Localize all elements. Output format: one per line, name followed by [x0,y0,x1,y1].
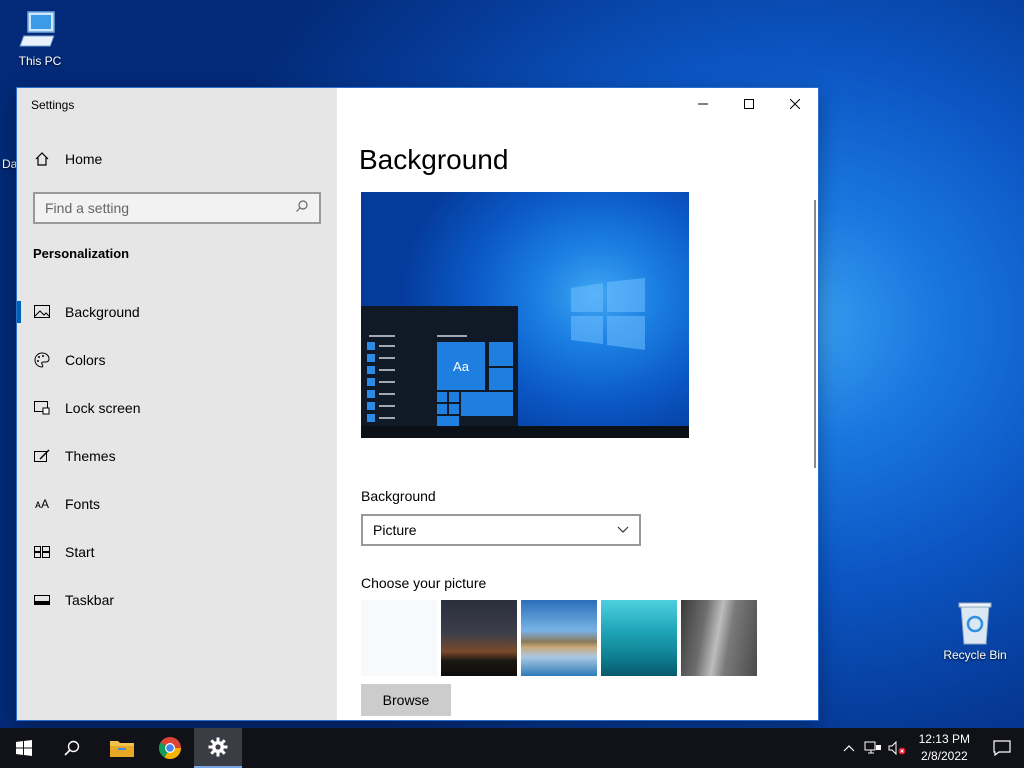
themes-icon [33,447,51,465]
image-icon [33,303,51,321]
system-tray: 12:13 PM 2/8/2022 [837,728,1024,768]
chevron-down-icon [617,526,629,533]
chevron-up-icon [843,745,855,752]
sidebar-item-background[interactable]: Background [17,288,337,336]
settings-taskbar-button[interactable] [194,728,242,768]
sidebar-item-fonts[interactable]: ᴀA Fonts [17,480,337,528]
clock[interactable]: 12:13 PM 2/8/2022 [909,731,980,765]
show-hidden-icons-button[interactable] [837,728,861,768]
action-center-button[interactable] [980,728,1024,768]
search-box[interactable] [33,192,321,224]
sidebar-item-colors[interactable]: Colors [17,336,337,384]
home-icon [33,150,51,168]
taskbar: 12:13 PM 2/8/2022 [0,728,1024,768]
picture-thumbnail-blank[interactable] [361,600,437,676]
browse-button[interactable]: Browse [361,684,451,716]
background-type-value: Picture [373,522,417,538]
personalization-nav: Background Colors Lock screen Themes ᴀA … [17,288,337,624]
sidebar-item-label: Taskbar [65,592,115,608]
sidebar-item-label: Lock screen [65,400,141,416]
choose-picture-label: Choose your picture [361,575,487,591]
palette-icon [33,351,51,369]
desktop-preview: Aa [361,192,689,438]
windows-logo-icon [571,278,645,350]
picture-thumbnails [361,600,757,676]
background-type-dropdown[interactable]: Picture [361,514,641,546]
section-heading: Personalization [33,246,130,261]
search-input[interactable] [45,200,295,216]
home-nav-item[interactable]: Home [33,150,102,168]
settings-window: Settings Home Personalization Background [17,88,818,720]
window-title: Settings [31,98,75,112]
chrome-button[interactable] [146,728,194,768]
clock-time: 12:13 PM [918,732,970,746]
windows-start-icon [16,740,32,756]
sidebar-item-lock-screen[interactable]: Lock screen [17,384,337,432]
search-icon[interactable] [295,199,309,218]
chrome-icon [159,737,181,759]
file-explorer-icon [110,741,134,757]
sidebar-item-themes[interactable]: Themes [17,432,337,480]
desktop-icon-peek: Da [2,157,18,171]
sidebar-item-label: Colors [65,352,106,368]
computer-icon [19,11,55,47]
volume-muted-icon [888,741,906,755]
picture-thumbnail-night-sky[interactable] [441,600,517,676]
sidebar-item-label: Themes [65,448,116,464]
network-button[interactable] [861,728,885,768]
file-explorer-button[interactable] [98,728,146,768]
sidebar: Settings Home Personalization Background [17,88,337,720]
start-button[interactable] [0,728,48,768]
sidebar-item-label: Background [65,304,140,320]
search-button[interactable] [48,728,96,768]
taskbar-icon [33,591,51,609]
lock-screen-icon [33,399,51,417]
picture-thumbnail-cliff[interactable] [681,600,757,676]
background-settings-content: Background Aa Background Picture Choose … [359,88,818,720]
home-label: Home [65,151,103,167]
sidebar-item-start[interactable]: Start [17,528,337,576]
preview-taskbar [361,426,689,438]
sidebar-item-taskbar[interactable]: Taskbar [17,576,337,624]
notification-icon [993,740,1011,756]
picture-thumbnail-underwater[interactable] [601,600,677,676]
recycle-bin-icon [958,602,992,645]
background-label: Background [361,488,436,504]
settings-gear-icon [208,737,228,757]
network-icon [864,741,881,754]
clock-date: 2/8/2022 [920,749,968,763]
sidebar-item-label: Start [65,544,95,560]
fonts-icon: ᴀA [35,497,49,511]
this-pc-desktop-icon[interactable]: This PC [0,8,80,68]
this-pc-label: This PC [18,54,62,68]
content-scrollbar[interactable] [814,200,816,468]
start-menu-preview: Aa [361,306,518,426]
search-icon [64,740,80,756]
recycle-bin-desktop-icon[interactable]: Recycle Bin [935,600,1015,662]
sidebar-item-label: Fonts [65,496,101,512]
volume-button[interactable] [885,728,909,768]
page-title: Background [359,144,509,175]
recycle-bin-label: Recycle Bin [943,648,1007,662]
preview-tile: Aa [437,342,485,390]
picture-thumbnail-beach[interactable] [521,600,597,676]
start-icon [33,543,51,561]
